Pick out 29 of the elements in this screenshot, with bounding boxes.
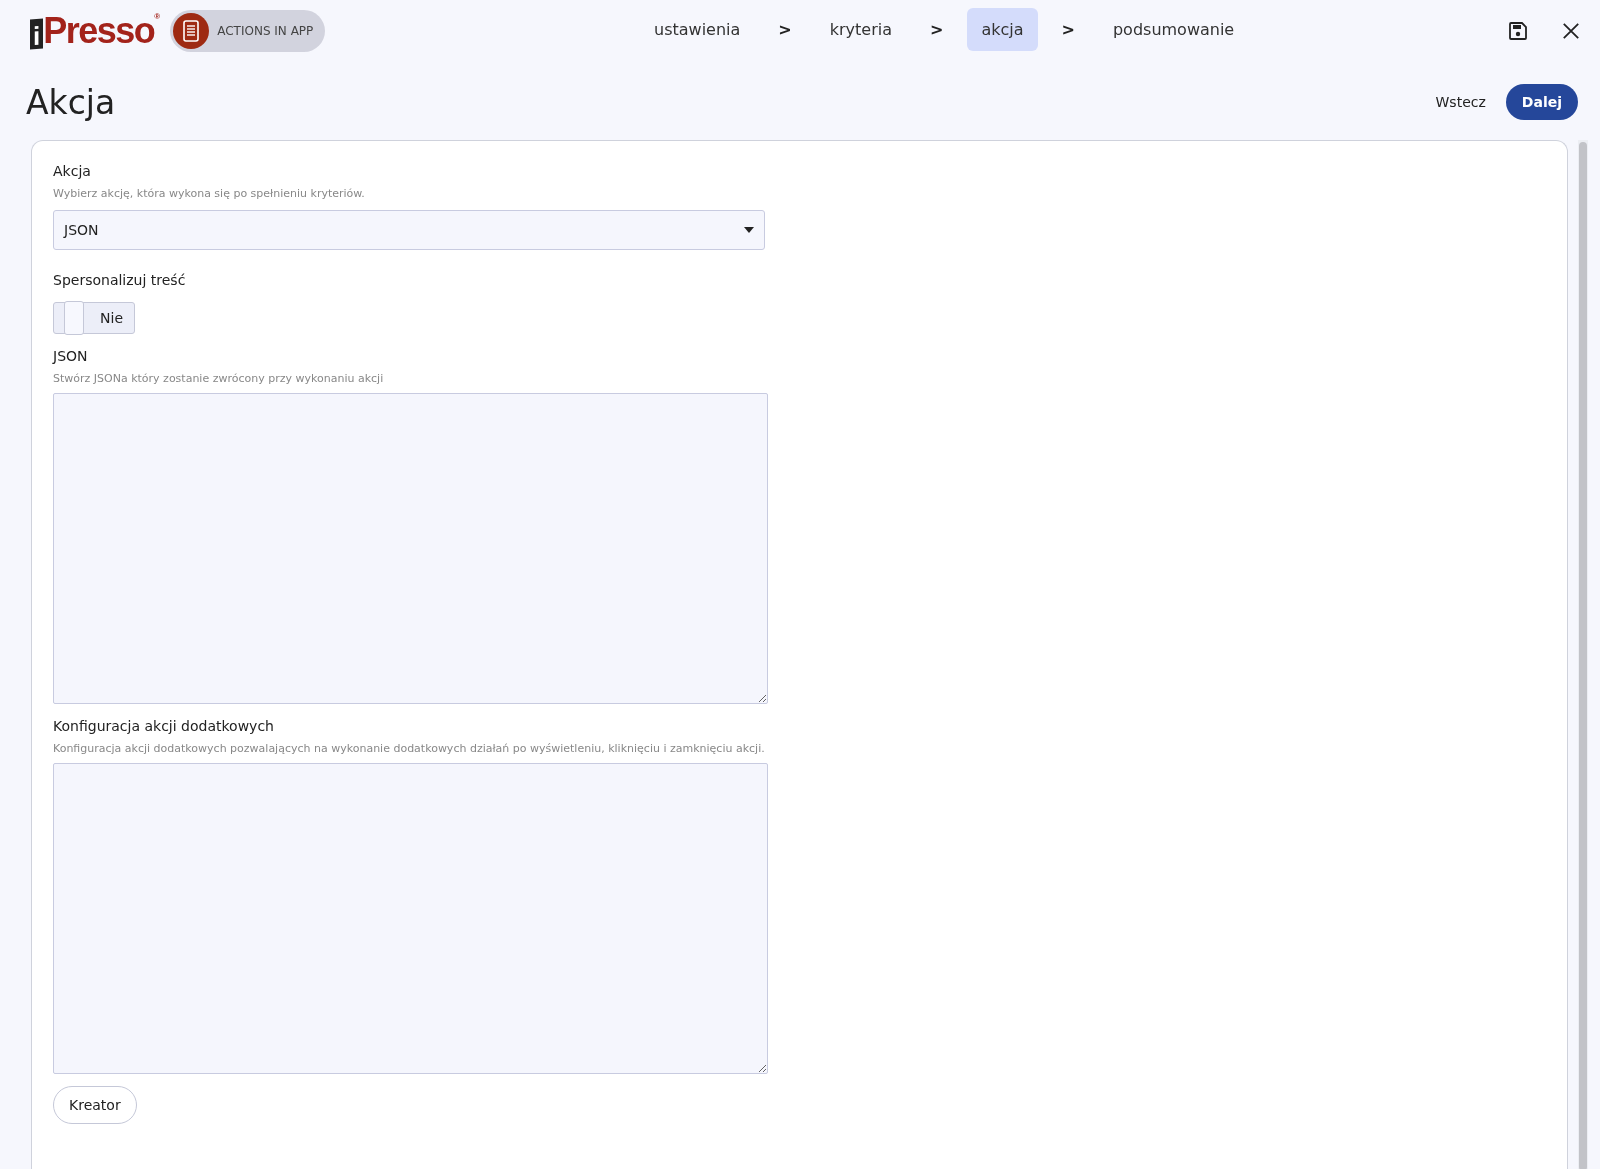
field-label: JSON bbox=[53, 348, 89, 364]
action-select[interactable]: JSON bbox=[53, 210, 765, 250]
field-hint: Stwórz JSONa który zostanie zwrócony przy wykonaniu akcji bbox=[53, 372, 385, 385]
step-separator: > bbox=[1060, 20, 1076, 39]
step-tab[interactable]: ustawienia bbox=[640, 8, 755, 51]
step-separator: > bbox=[777, 20, 793, 39]
step-tab[interactable]: akcja bbox=[967, 8, 1038, 51]
logo: i Presso$^{®}$ bbox=[30, 13, 161, 49]
field-hint: Konfiguracja akcji dodatkowych pozwalających na wykonanie dodatkowych działań po wyświetleniu, kliknięciu i zamknięciu akcji. bbox=[53, 742, 766, 755]
config-textarea[interactable] bbox=[53, 763, 768, 1074]
scrollbar[interactable] bbox=[1578, 140, 1588, 1169]
back-button[interactable]: Wstecz bbox=[1427, 86, 1494, 118]
json-textarea[interactable] bbox=[53, 393, 768, 704]
close-icon[interactable] bbox=[1562, 22, 1580, 40]
save-icon[interactable] bbox=[1508, 21, 1528, 41]
module-badge-label: ACTIONS IN APP bbox=[217, 24, 314, 38]
field-hint: Wybierz akcję, która wykona się po spełnieniu kryteriów. bbox=[53, 187, 366, 200]
field-label: Konfiguracja akcji dodatkowych bbox=[53, 718, 275, 734]
tablet-icon bbox=[173, 13, 210, 49]
creator-button[interactable]: Kreator bbox=[53, 1086, 137, 1124]
field-label: Akcja bbox=[53, 163, 92, 179]
step-tab[interactable]: kryteria bbox=[815, 8, 906, 51]
personalize-toggle[interactable]: Nie bbox=[53, 302, 135, 334]
field-label: Spersonalizuj treść bbox=[53, 272, 187, 288]
caret-icon bbox=[744, 227, 754, 233]
step-separator: > bbox=[929, 20, 945, 39]
page-title: Akcja bbox=[26, 82, 116, 122]
step-tab[interactable]: podsumowanie bbox=[1098, 8, 1249, 51]
next-button[interactable]: Dalej bbox=[1505, 84, 1578, 120]
